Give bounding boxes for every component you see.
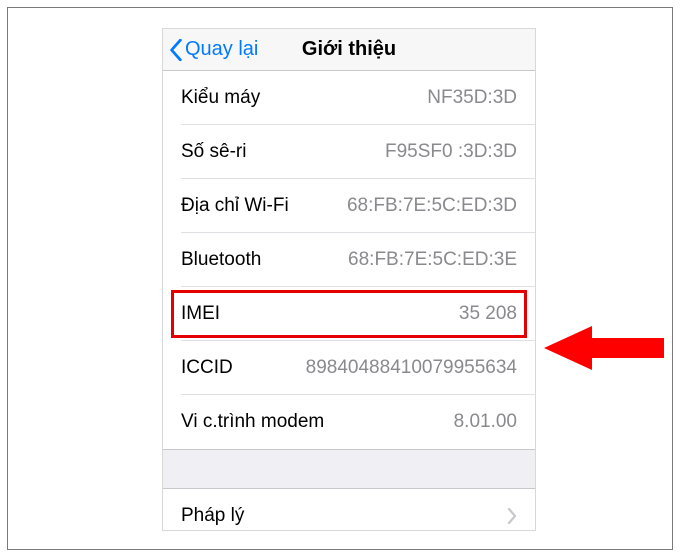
row-serial[interactable]: Số sê-ri F95SF0 :3D:3D	[163, 125, 535, 179]
row-bluetooth[interactable]: Bluetooth 68:FB:7E:5C:ED:3E	[163, 233, 535, 287]
row-model[interactable]: Kiểu máy NF35D:3D	[163, 71, 535, 125]
row-value-iccid: 89840488410079955634	[306, 357, 517, 379]
legal-settings-group: Pháp lý	[163, 488, 535, 531]
row-imei[interactable]: IMEI 35 208	[163, 287, 535, 341]
row-label-imei: IMEI	[181, 303, 220, 325]
phone-screenshot: Quay lại Giới thiệu Kiểu máy NF35D:3D Số…	[162, 28, 536, 531]
row-wifi[interactable]: Địa chỉ Wi-Fi 68:FB:7E:5C:ED:3D	[163, 179, 535, 233]
row-label-wifi: Địa chỉ Wi-Fi	[181, 195, 289, 217]
back-label: Quay lại	[185, 38, 258, 61]
image-frame: Quay lại Giới thiệu Kiểu máy NF35D:3D Số…	[7, 7, 673, 550]
row-value-modem: 8.01.00	[454, 411, 517, 433]
arrow-annotation-icon	[544, 326, 664, 421]
row-label-model: Kiểu máy	[181, 87, 260, 109]
row-value-model: NF35D:3D	[427, 87, 517, 109]
row-label-iccid: ICCID	[181, 357, 233, 379]
row-value-imei: 35 208	[459, 303, 517, 325]
row-legal[interactable]: Pháp lý	[163, 489, 535, 531]
row-iccid[interactable]: ICCID 89840488410079955634	[163, 341, 535, 395]
chevron-left-icon	[169, 39, 183, 61]
chevron-right-icon	[507, 508, 517, 524]
row-label-legal: Pháp lý	[181, 505, 244, 527]
row-label-modem: Vi c.trình modem	[181, 411, 324, 433]
row-label-serial: Số sê-ri	[181, 141, 246, 163]
about-settings-group: Kiểu máy NF35D:3D Số sê-ri F95SF0 :3D:3D…	[163, 71, 535, 450]
row-value-bluetooth: 68:FB:7E:5C:ED:3E	[348, 249, 517, 271]
row-label-bluetooth: Bluetooth	[181, 249, 261, 271]
row-value-wifi: 68:FB:7E:5C:ED:3D	[347, 195, 517, 217]
row-modem[interactable]: Vi c.trình modem 8.01.00	[163, 395, 535, 449]
back-button[interactable]: Quay lại	[169, 38, 258, 61]
navigation-bar: Quay lại Giới thiệu	[163, 29, 535, 71]
page-title: Giới thiệu	[302, 38, 396, 61]
row-value-serial: F95SF0 :3D:3D	[385, 141, 517, 163]
